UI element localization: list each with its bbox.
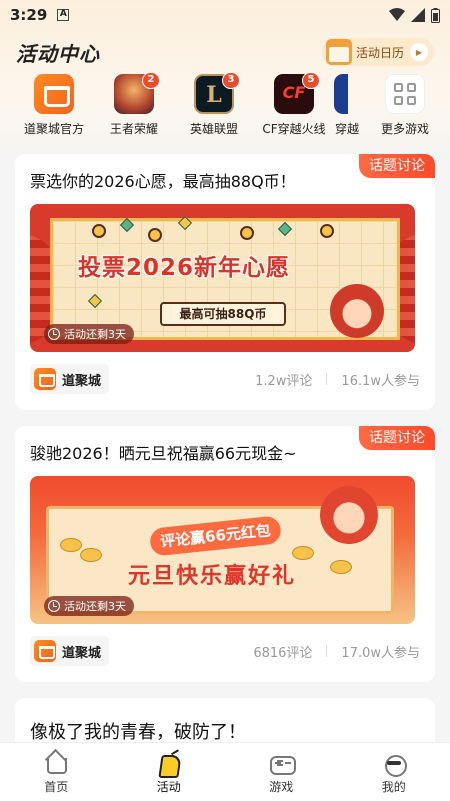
mascot-illustration xyxy=(330,284,384,338)
participant-count: 17.0w人参与 xyxy=(341,645,420,661)
card-title: 像极了我的青春，破防了！ xyxy=(30,722,246,743)
signal-icon xyxy=(411,8,425,22)
comment-count: 6816评论 xyxy=(253,645,313,661)
game-item-daojucheng[interactable]: 道聚城官方 xyxy=(14,74,94,140)
activity-card[interactable]: 话题讨论 票选你的2026心愿，最高抽88Q币！ 投票2026新年心愿 最高可抽… xyxy=(15,154,435,410)
page-title: 活动中心 xyxy=(16,41,100,66)
game-label: 英雄联盟 xyxy=(189,122,238,136)
clock-icon xyxy=(48,328,60,340)
play-arrow-icon: ▶ xyxy=(410,43,428,61)
nav-item-games[interactable]: 游戏 xyxy=(225,743,338,801)
coin-decoration xyxy=(240,226,254,240)
count-badge: 3 xyxy=(222,72,240,89)
status-icons xyxy=(389,7,440,23)
topic-tag: 话题讨论 xyxy=(359,154,435,178)
countdown-badge: 活动还剩3天 xyxy=(44,324,134,344)
game-shortcut-row: 道聚城官方 2 王者荣耀 3 英雄联盟 5 CF穿越火线 穿越 更多游戏 xyxy=(0,72,450,140)
gamepad-icon xyxy=(268,751,297,775)
wifi-icon xyxy=(389,8,405,21)
countdown-badge: 活动还剩3天 xyxy=(44,596,134,616)
banner-headline: 元旦快乐赢好礼 xyxy=(128,564,297,589)
card-footer: 道聚城 1.2w评论 16.1w人参与 xyxy=(30,364,420,394)
game-label: 穿越 xyxy=(334,122,359,136)
page-header: 活动中心 活动日历 ▶ xyxy=(0,34,450,70)
nav-item-activity[interactable]: 活动 xyxy=(113,743,226,801)
source-label: 道聚城 xyxy=(62,645,102,661)
game-item-honor-of-kings[interactable]: 2 王者荣耀 xyxy=(94,72,174,140)
battery-icon xyxy=(431,7,440,23)
game-item-league-of-legends[interactable]: 3 英雄联盟 xyxy=(174,72,254,140)
activity-calendar-button[interactable]: 活动日历 ▶ xyxy=(321,38,434,66)
nav-item-home[interactable]: 首页 xyxy=(0,743,113,801)
card-title: 骏驰2026！晒元旦祝福赢66元现金~ xyxy=(30,444,297,463)
nav-item-me[interactable]: 我的 xyxy=(338,743,450,801)
banner-subtitle: 最高可抽88Q币 xyxy=(160,302,286,326)
mall-cart-icon xyxy=(34,640,56,662)
mascot-illustration xyxy=(320,486,378,544)
nav-label: 我的 xyxy=(381,780,406,794)
profile-avatar-icon xyxy=(381,751,407,777)
activity-card[interactable]: 话题讨论 骏驰2026！晒元旦祝福赢66元现金~ 评论赢66元红包 元旦快乐赢好… xyxy=(15,426,435,682)
comment-count: 1.2w评论 xyxy=(255,373,313,389)
coin-decoration xyxy=(60,538,82,552)
topic-tag: 话题讨论 xyxy=(359,426,435,450)
status-time: 3:29 xyxy=(10,6,48,24)
more-games-button[interactable]: 更多游戏 xyxy=(374,74,436,140)
count-badge: 2 xyxy=(142,72,160,89)
nav-label: 首页 xyxy=(44,780,69,794)
count-badge: 5 xyxy=(302,72,320,89)
countdown-text: 活动还剩3天 xyxy=(64,600,126,613)
banner-headline: 投票2026新年心愿 xyxy=(78,255,291,281)
source-label: 道聚城 xyxy=(62,373,102,389)
source-chip[interactable]: 道聚城 xyxy=(30,636,110,666)
participant-count: 16.1w人参与 xyxy=(341,373,420,389)
status-bar: 3:29 A xyxy=(0,0,450,30)
nav-label: 游戏 xyxy=(269,780,294,794)
game-label: 王者荣耀 xyxy=(109,122,158,136)
clock-icon xyxy=(48,600,60,612)
coin-decoration xyxy=(320,224,334,238)
game-item-partial[interactable]: 穿越 xyxy=(334,74,374,140)
home-icon xyxy=(43,751,69,775)
game-label: 更多游戏 xyxy=(380,122,429,136)
coin-decoration xyxy=(148,228,162,242)
notification-icon: A xyxy=(57,9,70,21)
game-label: CF穿越火线 xyxy=(262,122,326,136)
divider xyxy=(326,373,328,385)
countdown-text: 活动还剩3天 xyxy=(64,328,126,341)
coin-decoration xyxy=(80,548,102,562)
coin-decoration xyxy=(92,224,106,238)
game-label: 道聚城官方 xyxy=(23,122,84,136)
source-chip[interactable]: 道聚城 xyxy=(30,364,110,394)
more-grid-icon xyxy=(385,74,425,114)
card-stats: 6816评论 17.0w人参与 xyxy=(253,642,420,661)
nav-label: 活动 xyxy=(156,780,181,794)
calendar-icon xyxy=(325,39,352,65)
activity-banner[interactable]: 评论赢66元红包 元旦快乐赢好礼 活动还剩3天 xyxy=(30,476,415,624)
activity-calendar-label: 活动日历 xyxy=(355,45,404,60)
card-footer: 道聚城 6816评论 17.0w人参与 xyxy=(30,636,420,666)
mall-cart-icon xyxy=(34,368,56,390)
activity-banner[interactable]: 投票2026新年心愿 最高可抽88Q币 活动还剩3天 xyxy=(30,204,415,352)
coin-decoration xyxy=(330,560,352,574)
divider xyxy=(326,645,328,657)
card-title: 票选你的2026心愿，最高抽88Q币！ xyxy=(30,172,296,191)
game-item-crossfire[interactable]: 5 CF穿越火线 xyxy=(254,72,334,140)
card-stats: 1.2w评论 16.1w人参与 xyxy=(255,370,420,389)
partial-game-icon xyxy=(334,74,348,114)
bottom-nav: 首页 活动 游戏 我的 xyxy=(0,742,450,801)
activity-megaphone-icon xyxy=(156,751,182,775)
mall-cart-icon xyxy=(34,74,74,114)
